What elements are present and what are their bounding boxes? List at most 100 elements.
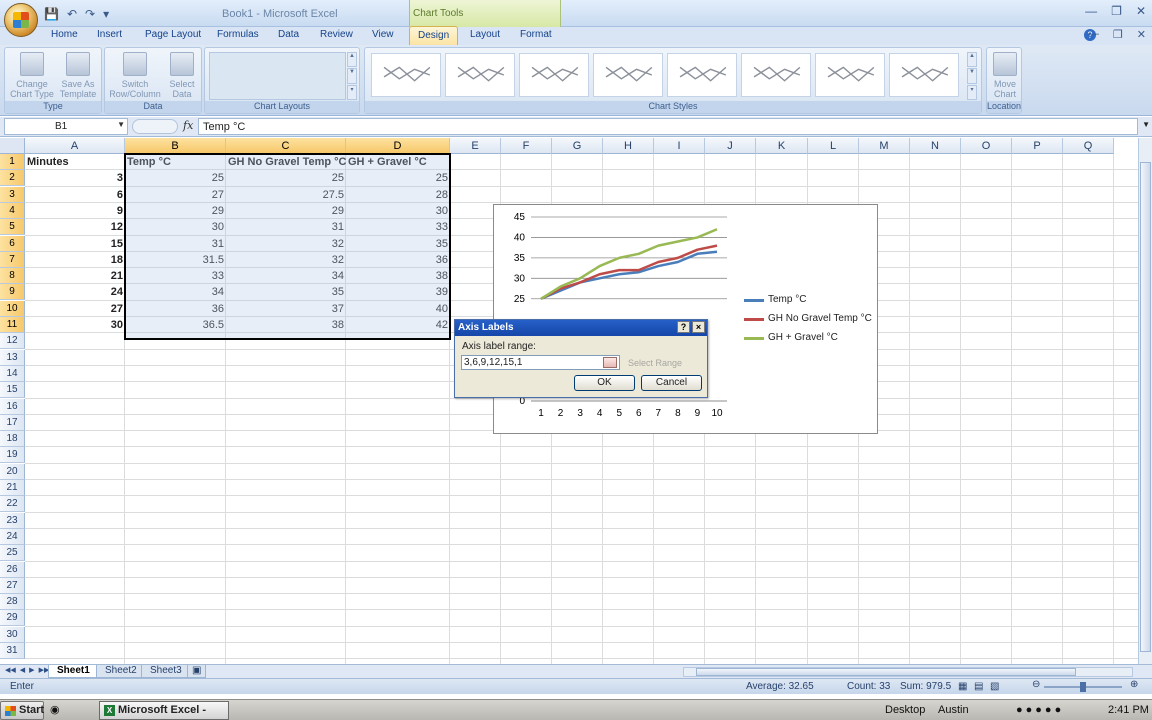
cancel-button[interactable]: Cancel [641, 375, 702, 391]
column-header[interactable]: D [346, 138, 450, 154]
chart-style-thumbnail[interactable] [519, 53, 589, 97]
chart-style-thumbnail[interactable] [741, 53, 811, 97]
formula-input[interactable]: Temp °C [198, 118, 1138, 135]
vertical-scrollbar[interactable] [1138, 138, 1152, 664]
horizontal-scrollbar[interactable] [683, 667, 1133, 677]
quick-launch-icon[interactable]: ◉ [50, 703, 60, 716]
row-header[interactable]: 30 [0, 626, 25, 643]
tab-format[interactable]: Format [520, 29, 552, 40]
column-header[interactable]: C [226, 138, 346, 154]
chart-style-thumbnail[interactable] [667, 53, 737, 97]
cell[interactable]: 12 [25, 219, 125, 235]
tab-design[interactable]: Design [409, 26, 459, 46]
chart-style-thumbnail[interactable] [593, 53, 663, 97]
row-header[interactable]: 31 [0, 643, 25, 659]
dialog-close-icon[interactable]: × [692, 321, 705, 333]
row-header[interactable]: 20 [0, 463, 25, 480]
close-icon[interactable]: ✕ [1136, 4, 1146, 18]
first-sheet-icon[interactable]: ◀◀ [5, 666, 16, 674]
row-header[interactable]: 2 [0, 170, 25, 187]
undo-icon[interactable]: ↶ [67, 7, 77, 21]
chart-layouts-scroll[interactable]: ▲ ▼ ▾ [347, 52, 357, 100]
system-tray-icons[interactable]: ●●●●● [1016, 704, 1064, 716]
row-header[interactable]: 7 [0, 251, 25, 268]
legend-item[interactable]: GH No Gravel Temp °C [744, 312, 872, 331]
row-header[interactable]: 14 [0, 365, 25, 382]
move-chart-button[interactable]: Move Chart [989, 52, 1021, 99]
dialog-help-icon[interactable]: ? [677, 321, 690, 333]
normal-view-icon[interactable]: ▦ [958, 681, 967, 692]
expand-formula-bar-icon[interactable]: ▼ [1142, 120, 1150, 129]
row-header[interactable]: 28 [0, 594, 25, 611]
save-icon[interactable]: 💾 [44, 7, 59, 21]
row-header[interactable]: 13 [0, 349, 25, 366]
legend-item[interactable]: GH + Gravel °C [744, 331, 872, 350]
name-box[interactable]: B1 ▼ [4, 118, 128, 135]
switch-row-column-button[interactable]: Switch Row/Column [107, 52, 163, 99]
select-data-button[interactable]: Select Data [165, 52, 199, 99]
zoom-out-icon[interactable]: ⊖ [1032, 679, 1040, 690]
column-header[interactable]: G [552, 138, 603, 154]
chart-style-thumbnail[interactable] [371, 53, 441, 97]
column-header[interactable]: M [859, 138, 910, 154]
horizontal-scroll-thumb[interactable] [696, 668, 1076, 676]
row-header[interactable]: 12 [0, 333, 25, 350]
office-button[interactable] [4, 3, 38, 37]
row-header[interactable]: 4 [0, 202, 25, 219]
chart-layouts-gallery[interactable] [209, 52, 346, 100]
desktop-toolbar[interactable]: Desktop [885, 704, 925, 716]
tab-home[interactable]: Home [51, 29, 78, 40]
row-header[interactable]: 5 [0, 219, 25, 236]
cell[interactable]: 3 [25, 170, 125, 186]
column-header[interactable]: Q [1063, 138, 1114, 154]
column-header[interactable]: H [603, 138, 654, 154]
cell[interactable]: 24 [25, 284, 125, 300]
row-header[interactable]: 6 [0, 235, 25, 252]
row-header[interactable]: 1 [0, 154, 25, 170]
column-header[interactable]: K [756, 138, 808, 154]
chart-style-thumbnail[interactable] [815, 53, 885, 97]
row-header[interactable]: 24 [0, 528, 25, 545]
customize-qat-icon[interactable]: ▾ [103, 7, 109, 21]
page-break-view-icon[interactable]: ▧ [990, 681, 999, 692]
column-header[interactable]: F [501, 138, 552, 154]
row-header[interactable]: 26 [0, 561, 25, 578]
sheet-tab-sheet3[interactable]: Sheet3 [141, 665, 191, 678]
row-header[interactable]: 11 [0, 317, 25, 333]
taskbar-excel-button[interactable]: X Microsoft Excel - Book1 [99, 701, 229, 720]
cell[interactable]: 6 [25, 187, 125, 203]
cell[interactable]: 30 [25, 317, 125, 333]
chart-legend[interactable]: Temp °C GH No Gravel Temp °C GH + Gravel °… [744, 293, 872, 350]
doc-close-icon[interactable]: ✕ [1137, 28, 1146, 41]
column-header[interactable]: O [961, 138, 1012, 154]
doc-minimize-icon[interactable]: — [1088, 28, 1099, 41]
vertical-scroll-thumb[interactable] [1140, 162, 1151, 652]
sheet-tab-sheet2[interactable]: Sheet2 [96, 665, 146, 678]
row-header[interactable]: 17 [0, 414, 25, 431]
chart-style-thumbnail[interactable] [445, 53, 515, 97]
column-header[interactable]: E [450, 138, 501, 154]
insert-sheet-icon[interactable]: ▣ [187, 665, 207, 678]
cell[interactable]: 21 [25, 268, 125, 284]
cell[interactable]: 15 [25, 236, 125, 252]
zoom-slider[interactable]: ⊖ ⊕ [1030, 679, 1140, 692]
change-chart-type-button[interactable]: Change Chart Type [9, 52, 55, 99]
doc-restore-icon[interactable]: ❐ [1113, 28, 1123, 41]
row-header[interactable]: 25 [0, 545, 25, 562]
cell[interactable]: 9 [25, 203, 125, 219]
user-toolbar[interactable]: Austin [938, 704, 969, 716]
name-box-dropdown-icon[interactable]: ▼ [117, 120, 125, 129]
cell[interactable]: 27 [25, 301, 125, 317]
row-header[interactable]: 3 [0, 186, 25, 203]
row-header[interactable]: 19 [0, 447, 25, 464]
tab-page-layout[interactable]: Page Layout [145, 29, 201, 40]
row-header[interactable]: 21 [0, 480, 25, 496]
column-header[interactable]: I [654, 138, 705, 154]
row-header[interactable]: 8 [0, 268, 25, 285]
row-header[interactable]: 16 [0, 398, 25, 415]
zoom-knob[interactable] [1080, 682, 1086, 692]
insert-function-icon[interactable]: fx [183, 119, 193, 132]
save-as-template-button[interactable]: Save As Template [57, 52, 99, 99]
column-header[interactable]: J [705, 138, 756, 154]
cell[interactable]: 18 [25, 252, 125, 268]
